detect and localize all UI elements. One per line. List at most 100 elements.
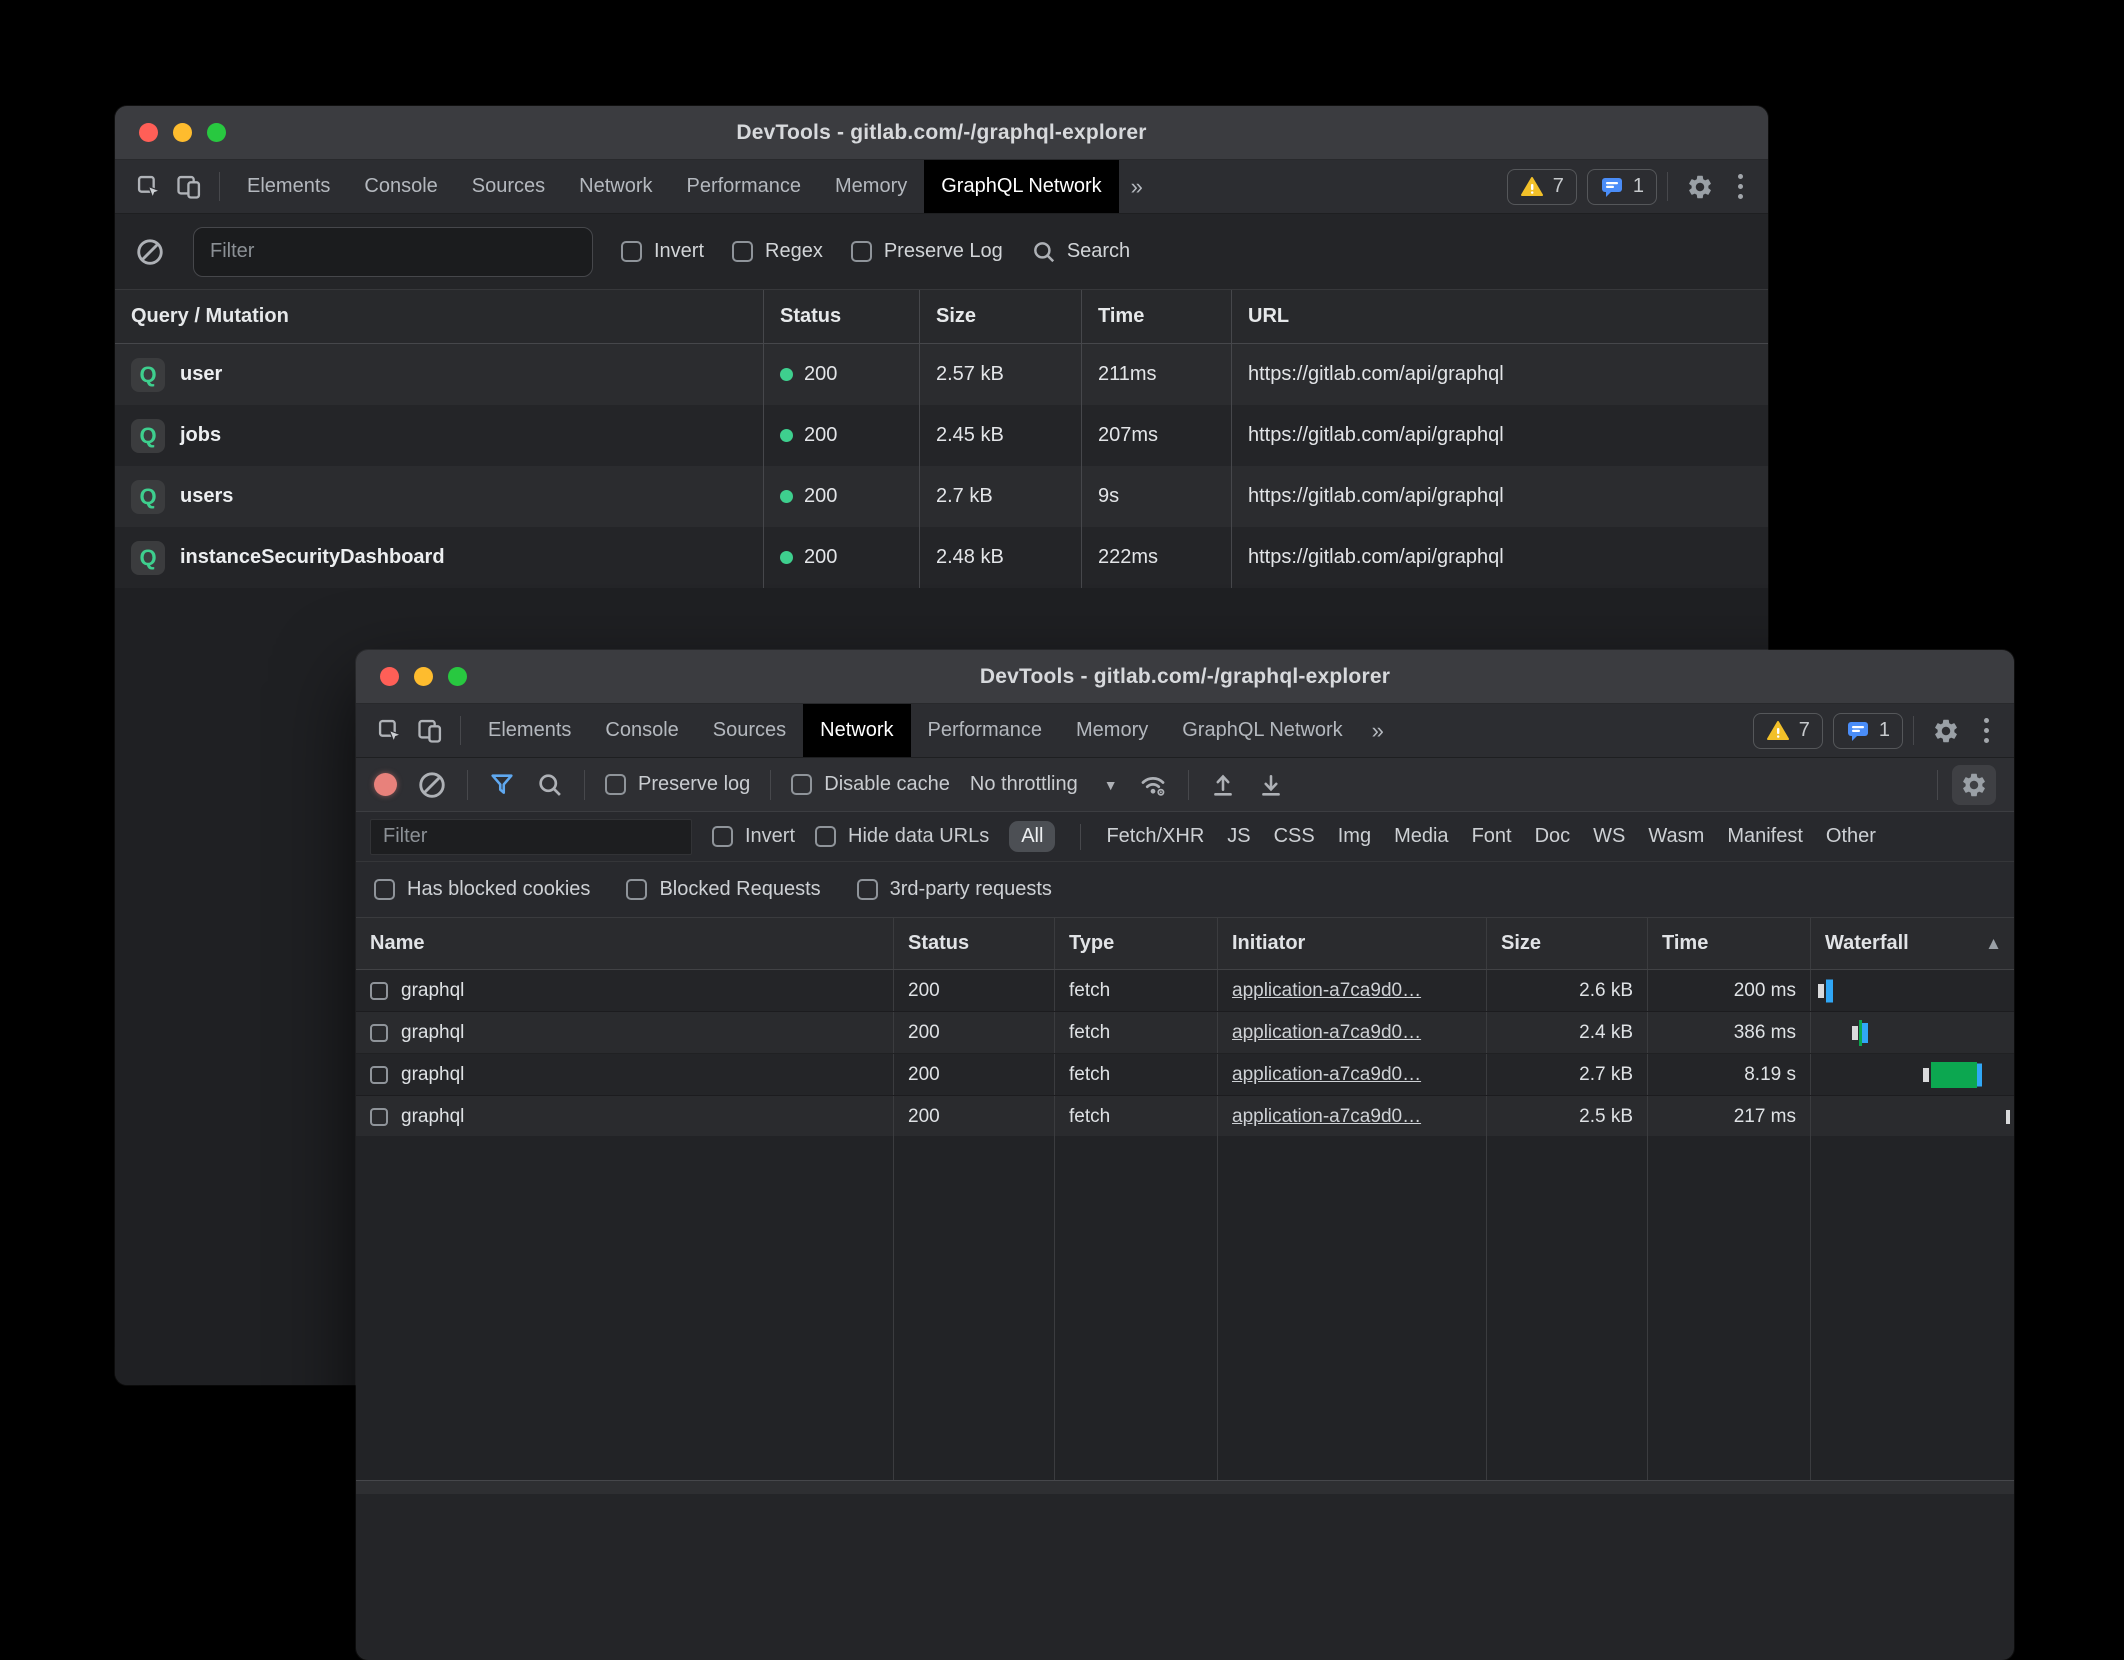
device-toolbar-icon[interactable] <box>410 704 450 757</box>
type-filter-ws[interactable]: WS <box>1593 825 1625 848</box>
type-filter-fetch-xhr[interactable]: Fetch/XHR <box>1106 825 1204 848</box>
table-row[interactable]: graphql 200 fetch application-a7ca9d0… 2… <box>356 970 2014 1012</box>
device-toolbar-icon[interactable] <box>169 160 209 213</box>
column-header-initiator[interactable]: Initiator <box>1218 918 1487 969</box>
tab-performance[interactable]: Performance <box>670 160 819 213</box>
table-row[interactable]: Qjobs 200 2.45 kB 207ms https://gitlab.c… <box>115 405 1768 466</box>
row-checkbox[interactable] <box>370 1024 388 1042</box>
type-filter-media[interactable]: Media <box>1394 825 1448 848</box>
tab-network[interactable]: Network <box>803 704 910 757</box>
type-filter-doc[interactable]: Doc <box>1535 825 1571 848</box>
table-row[interactable]: QinstanceSecurityDashboard 200 2.48 kB 2… <box>115 527 1768 588</box>
minimize-window-button[interactable] <box>414 667 433 686</box>
menu-kebab-icon[interactable] <box>1968 704 2004 757</box>
tab-elements[interactable]: Elements <box>471 704 588 757</box>
type-filter-js[interactable]: JS <box>1227 825 1250 848</box>
column-header-time[interactable]: Time <box>1082 290 1232 343</box>
filter-input[interactable] <box>370 819 692 855</box>
column-header-status[interactable]: Status <box>894 918 1055 969</box>
network-settings-gear-icon[interactable] <box>1952 765 1996 805</box>
inspect-element-icon[interactable] <box>129 160 169 213</box>
regex-checkbox[interactable]: Regex <box>732 240 823 263</box>
zoom-window-button[interactable] <box>448 667 467 686</box>
column-header-query-mutation[interactable]: Query / Mutation <box>115 290 764 343</box>
more-tabs-chevron-icon[interactable]: » <box>1360 704 1396 757</box>
type-filter-font[interactable]: Font <box>1472 825 1512 848</box>
type-filter-other[interactable]: Other <box>1826 825 1876 848</box>
settings-gear-icon[interactable] <box>1924 704 1968 757</box>
third-party-requests-checkbox[interactable]: 3rd-party requests <box>857 878 1052 901</box>
type-filter-all[interactable]: All <box>1009 821 1055 852</box>
row-checkbox[interactable] <box>370 982 388 1000</box>
sort-ascending-icon: ▲ <box>1985 934 2002 954</box>
tab-memory[interactable]: Memory <box>818 160 924 213</box>
messages-badge[interactable]: 1 <box>1833 713 1903 749</box>
column-header-time[interactable]: Time <box>1648 918 1811 969</box>
invert-checkbox[interactable]: Invert <box>712 825 795 848</box>
column-header-type[interactable]: Type <box>1055 918 1218 969</box>
initiator-link[interactable]: application-a7ca9d0… <box>1232 1022 1421 1044</box>
column-header-size[interactable]: Size <box>1487 918 1648 969</box>
table-row[interactable]: graphql 200 fetch application-a7ca9d0… 2… <box>356 1096 2014 1138</box>
disable-cache-checkbox[interactable]: Disable cache <box>791 773 950 796</box>
close-window-button[interactable] <box>139 123 158 142</box>
column-header-status[interactable]: Status <box>764 290 920 343</box>
column-header-waterfall[interactable]: Waterfall ▲ <box>1811 918 2014 969</box>
zoom-window-button[interactable] <box>207 123 226 142</box>
tab-console[interactable]: Console <box>588 704 695 757</box>
initiator-link[interactable]: application-a7ca9d0… <box>1232 980 1421 1002</box>
close-window-button[interactable] <box>380 667 399 686</box>
tab-sources[interactable]: Sources <box>696 704 803 757</box>
tab-elements[interactable]: Elements <box>230 160 347 213</box>
tab-graphql-network[interactable]: GraphQL Network <box>1165 704 1359 757</box>
initiator-link[interactable]: application-a7ca9d0… <box>1232 1106 1421 1128</box>
clear-icon[interactable] <box>417 770 447 800</box>
network-conditions-icon[interactable] <box>1138 770 1168 800</box>
table-row[interactable]: graphql 200 fetch application-a7ca9d0… 2… <box>356 1012 2014 1054</box>
tab-performance[interactable]: Performance <box>911 704 1060 757</box>
type-filter-img[interactable]: Img <box>1338 825 1371 848</box>
column-header-size[interactable]: Size <box>920 290 1082 343</box>
initiator-link[interactable]: application-a7ca9d0… <box>1232 1064 1421 1086</box>
type-filter-css[interactable]: CSS <box>1274 825 1315 848</box>
inspect-element-icon[interactable] <box>370 704 410 757</box>
tab-graphql-network[interactable]: GraphQL Network <box>924 160 1118 213</box>
url-value: https://gitlab.com/api/graphql <box>1232 405 1768 466</box>
preserve-log-checkbox[interactable]: Preserve log <box>605 773 750 796</box>
export-har-icon[interactable] <box>1257 771 1285 799</box>
row-checkbox[interactable] <box>370 1066 388 1084</box>
warnings-badge[interactable]: 7 <box>1507 169 1577 205</box>
filter-funnel-icon[interactable] <box>488 771 516 799</box>
tab-network[interactable]: Network <box>562 160 669 213</box>
filter-input[interactable] <box>193 227 593 277</box>
messages-badge[interactable]: 1 <box>1587 169 1657 205</box>
import-har-icon[interactable] <box>1209 771 1237 799</box>
clear-icon[interactable] <box>135 237 165 267</box>
warnings-badge[interactable]: 7 <box>1753 713 1823 749</box>
table-row[interactable]: Qusers 200 2.7 kB 9s https://gitlab.com/… <box>115 466 1768 527</box>
record-network-log-button[interactable] <box>374 773 397 796</box>
table-row[interactable]: Quser 200 2.57 kB 211ms https://gitlab.c… <box>115 344 1768 405</box>
search-button[interactable]: Search <box>1031 239 1130 265</box>
time-value: 8.19 s <box>1648 1054 1811 1095</box>
settings-gear-icon[interactable] <box>1678 160 1722 213</box>
menu-kebab-icon[interactable] <box>1722 160 1758 213</box>
column-header-url[interactable]: URL <box>1232 290 1768 343</box>
hide-data-urls-checkbox[interactable]: Hide data URLs <box>815 825 989 848</box>
type-filter-manifest[interactable]: Manifest <box>1727 825 1803 848</box>
tab-memory[interactable]: Memory <box>1059 704 1165 757</box>
has-blocked-cookies-checkbox[interactable]: Has blocked cookies <box>374 878 590 901</box>
tab-console[interactable]: Console <box>347 160 454 213</box>
minimize-window-button[interactable] <box>173 123 192 142</box>
column-header-name[interactable]: Name <box>356 918 894 969</box>
invert-checkbox[interactable]: Invert <box>621 240 704 263</box>
row-checkbox[interactable] <box>370 1108 388 1126</box>
tab-sources[interactable]: Sources <box>455 160 562 213</box>
preserve-log-checkbox[interactable]: Preserve Log <box>851 240 1003 263</box>
more-tabs-chevron-icon[interactable]: » <box>1119 160 1155 213</box>
blocked-requests-checkbox[interactable]: Blocked Requests <box>626 878 820 901</box>
throttling-dropdown[interactable]: No throttling ▼ <box>970 773 1118 796</box>
table-row[interactable]: graphql 200 fetch application-a7ca9d0… 2… <box>356 1054 2014 1096</box>
type-filter-wasm[interactable]: Wasm <box>1648 825 1704 848</box>
search-icon[interactable] <box>536 771 564 799</box>
